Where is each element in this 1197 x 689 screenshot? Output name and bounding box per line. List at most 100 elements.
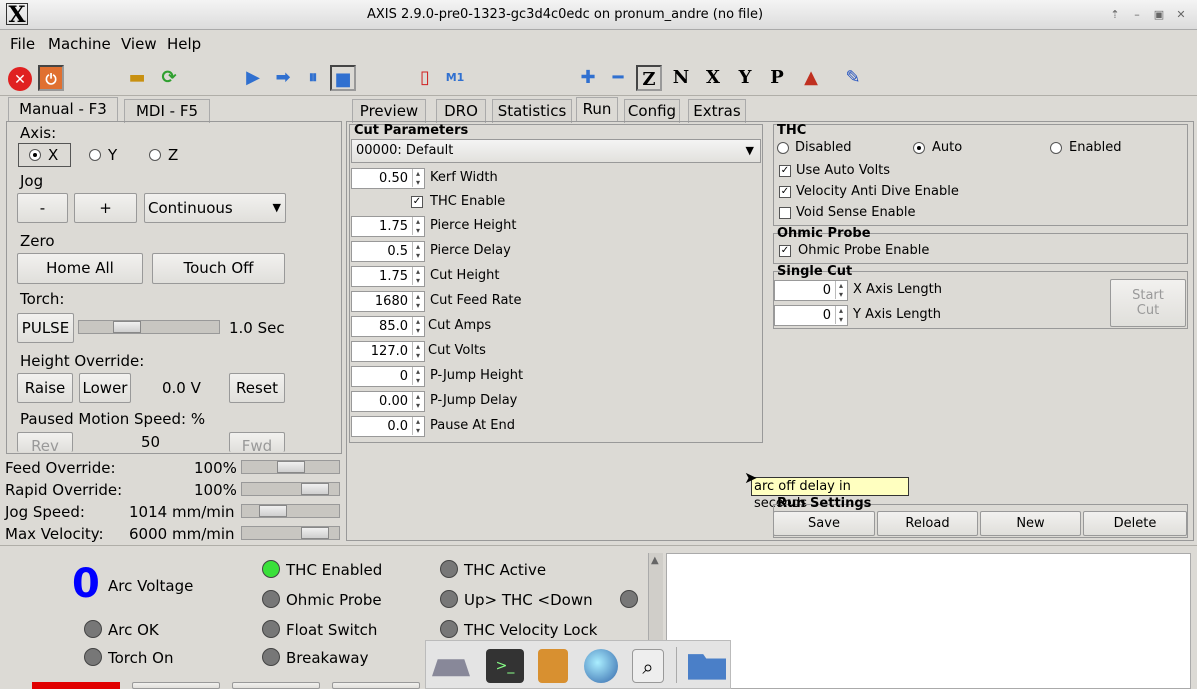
scroll-up-icon[interactable]: ▲ — [651, 555, 659, 566]
touch-off-button[interactable]: Touch Off — [152, 253, 285, 284]
drive-icon[interactable] — [432, 659, 470, 677]
clear-plot-icon[interactable]: ✎ — [840, 65, 866, 91]
search-icon[interactable]: ⌕ — [632, 649, 664, 683]
y-axis-length-input[interactable]: 0 — [774, 305, 848, 326]
close-icon[interactable]: ✕ — [1172, 7, 1190, 23]
home-all-button[interactable]: Home All — [17, 253, 143, 284]
reverse-button[interactable]: Rev — [17, 432, 73, 452]
jog-speed-slider[interactable] — [241, 504, 340, 518]
start-cut-button[interactable]: Start Cut — [1110, 279, 1186, 327]
save-button[interactable]: Save — [773, 511, 875, 536]
x-axis-length-input[interactable]: 0 — [774, 280, 848, 301]
axis-x-radio[interactable] — [18, 143, 71, 167]
axis-z-label: Z — [168, 146, 179, 164]
optional-stop-icon[interactable]: M1 — [442, 65, 468, 91]
tab-manual[interactable]: Manual - F3 — [8, 97, 118, 121]
auto-volts-checkbox[interactable]: ✓ — [779, 165, 791, 177]
jog-speed-thumb[interactable] — [259, 505, 288, 517]
view-y-icon[interactable]: Y — [732, 65, 758, 91]
p-jump-delay-input[interactable]: 0.00 — [351, 391, 425, 412]
bottom-button-3[interactable] — [232, 682, 320, 689]
thc-auto-radio[interactable] — [913, 142, 925, 154]
p-jump-height-input[interactable]: 0 — [351, 366, 425, 387]
maximize-icon[interactable]: ▣ — [1150, 7, 1168, 23]
tab-run[interactable]: Run — [576, 97, 618, 121]
max-velocity-slider[interactable] — [241, 526, 340, 540]
view-z-icon[interactable]: Z — [636, 65, 662, 91]
delete-button[interactable]: Delete — [1083, 511, 1187, 536]
raise-button[interactable]: Raise — [17, 373, 73, 403]
thc-enabled-radio[interactable] — [1050, 142, 1062, 154]
tab-statistics[interactable]: Statistics — [492, 99, 572, 123]
ohmic-probe-checkbox[interactable]: ✓ — [779, 245, 791, 257]
bottom-button-4[interactable] — [332, 682, 420, 689]
feed-override-slider[interactable] — [241, 460, 340, 474]
tab-extras[interactable]: Extras — [688, 99, 746, 123]
axis-x-dot[interactable] — [29, 149, 41, 161]
pulse-slider-thumb[interactable] — [112, 321, 141, 333]
pause-at-end-input[interactable]: 0.0 — [351, 416, 425, 437]
cut-volts-input[interactable]: 127.0 — [351, 341, 425, 362]
zoom-in-icon[interactable]: ✚ — [575, 65, 601, 91]
terminal-icon[interactable]: >_ — [486, 649, 524, 683]
start-cut-line1: Start — [1132, 288, 1164, 303]
folder-icon[interactable] — [688, 654, 726, 680]
jog-mode-select[interactable]: Continuous ▼ — [144, 193, 286, 223]
torch-button-red[interactable] — [32, 682, 120, 689]
anti-dive-checkbox[interactable]: ✓ — [779, 186, 791, 198]
void-sense-checkbox[interactable] — [779, 207, 791, 219]
max-velocity-thumb[interactable] — [300, 527, 329, 539]
cut-height-input[interactable]: 1.75 — [351, 266, 425, 287]
menu-machine[interactable]: Machine — [48, 35, 111, 53]
open-file-icon[interactable]: ▬ — [124, 65, 150, 91]
tool-icon[interactable]: ▲ — [798, 65, 824, 91]
reset-button[interactable]: Reset — [229, 373, 285, 403]
axis-y-radio[interactable] — [89, 149, 101, 161]
minimize-icon[interactable]: – — [1128, 7, 1146, 23]
tab-config[interactable]: Config — [624, 99, 680, 123]
estop-icon[interactable]: ✕ — [8, 67, 32, 91]
zoom-out-icon[interactable]: ━ — [605, 65, 631, 91]
pause-icon[interactable]: ⏸ — [300, 65, 326, 91]
view-p-icon[interactable]: P — [764, 65, 790, 91]
rapid-override-thumb[interactable] — [300, 483, 329, 495]
archive-icon[interactable] — [538, 649, 568, 683]
jog-plus-button[interactable]: + — [74, 193, 137, 223]
reload-button[interactable]: Reload — [877, 511, 978, 536]
menu-help[interactable]: Help — [167, 35, 201, 53]
cut-amps-input[interactable]: 85.0 — [351, 316, 425, 337]
view-z2-icon[interactable]: N — [668, 65, 694, 91]
feed-override-thumb[interactable] — [276, 461, 305, 473]
forward-button[interactable]: Fwd — [229, 432, 285, 452]
step-icon[interactable]: ➡ — [270, 65, 296, 91]
cut-feed-rate-input[interactable]: 1680 — [351, 291, 425, 312]
view-x-icon[interactable]: X — [700, 65, 726, 91]
menu-file[interactable]: File — [10, 35, 35, 53]
lower-button[interactable]: Lower — [79, 373, 131, 403]
reload-icon[interactable]: ⟳ — [156, 65, 182, 91]
thc-enable-checkbox[interactable]: ✓ — [411, 196, 423, 208]
new-button[interactable]: New — [980, 511, 1081, 536]
thc-disabled-radio[interactable] — [777, 142, 789, 154]
tab-preview[interactable]: Preview — [352, 99, 426, 123]
stop-icon[interactable]: ■ — [330, 65, 356, 91]
material-select[interactable]: 00000: Default ▼ — [351, 139, 761, 163]
kerf-width-input[interactable]: 0.50 — [351, 168, 425, 189]
tab-dro[interactable]: DRO — [436, 99, 486, 123]
pulse-time-slider[interactable] — [78, 320, 220, 334]
block-delete-icon[interactable]: ▯ — [412, 65, 438, 91]
pulse-button[interactable]: PULSE — [17, 313, 74, 343]
menu-view[interactable]: View — [121, 35, 157, 53]
bottom-button-2[interactable] — [132, 682, 220, 689]
pierce-height-input[interactable]: 1.75 — [351, 216, 425, 237]
machine-power-icon[interactable]: ⏻ — [38, 65, 64, 91]
rapid-override-slider[interactable] — [241, 482, 340, 496]
feed-override-value: 100% — [194, 459, 237, 477]
pierce-delay-input[interactable]: 0.5 — [351, 241, 425, 262]
pin-icon[interactable]: ⇡ — [1106, 7, 1124, 23]
axis-z-radio[interactable] — [149, 149, 161, 161]
tab-mdi[interactable]: MDI - F5 — [124, 99, 210, 123]
run-icon[interactable]: ▶ — [240, 65, 266, 91]
browser-icon[interactable] — [584, 649, 618, 683]
jog-minus-button[interactable]: - — [17, 193, 68, 223]
